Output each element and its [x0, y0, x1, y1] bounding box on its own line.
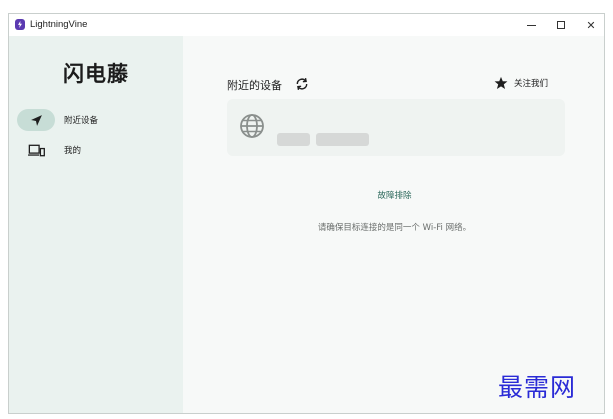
send-arrow-icon	[30, 114, 42, 126]
minimize-button[interactable]	[516, 14, 546, 36]
close-button[interactable]: ✕	[576, 14, 604, 36]
devices-icon	[27, 144, 45, 156]
sidebar: 闪电藤 附近设备 我的	[9, 36, 183, 413]
nav-selection-pill	[17, 109, 55, 131]
maximize-icon	[557, 21, 565, 29]
loading-skeleton-name	[277, 133, 310, 146]
follow-us-button[interactable]: 关注我们	[494, 76, 548, 90]
network-hint-text: 请确保目标连接的是同一个 Wi-Fi 网络。	[317, 223, 472, 233]
app-logo-icon	[15, 19, 25, 30]
brand-title: 闪电藤	[63, 62, 129, 86]
nav-icon-wrap	[17, 139, 55, 161]
follow-us-label: 关注我们	[514, 79, 549, 89]
maximize-button[interactable]	[546, 14, 576, 36]
watermark: 最需网	[498, 373, 577, 402]
main-panel: 附近的设备 关注我们 故障排除 请确保目标连接的是同一个 Wi-Fi 网络。	[183, 36, 604, 413]
refresh-icon[interactable]	[295, 77, 309, 91]
sidebar-item-mine[interactable]: 我的	[17, 139, 177, 161]
sidebar-item-label: 我的	[64, 146, 82, 156]
section-title: 附近的设备	[227, 79, 282, 92]
close-icon: ✕	[586, 18, 596, 32]
troubleshoot-link[interactable]: 故障排除	[183, 189, 604, 201]
globe-icon	[240, 114, 264, 138]
app-title: LightningVine	[30, 19, 88, 30]
app-window: LightningVine ✕ 闪电藤 附近设备 我的 附近的设备 关注我们 故…	[8, 13, 605, 414]
sidebar-item-nearby-devices[interactable]: 附近设备	[17, 109, 177, 131]
device-card-placeholder	[227, 99, 565, 156]
title-bar: LightningVine ✕	[9, 14, 604, 36]
loading-skeleton-detail	[316, 133, 369, 146]
star-icon	[494, 76, 508, 90]
minimize-icon	[526, 24, 536, 26]
sidebar-item-label: 附近设备	[64, 116, 99, 126]
